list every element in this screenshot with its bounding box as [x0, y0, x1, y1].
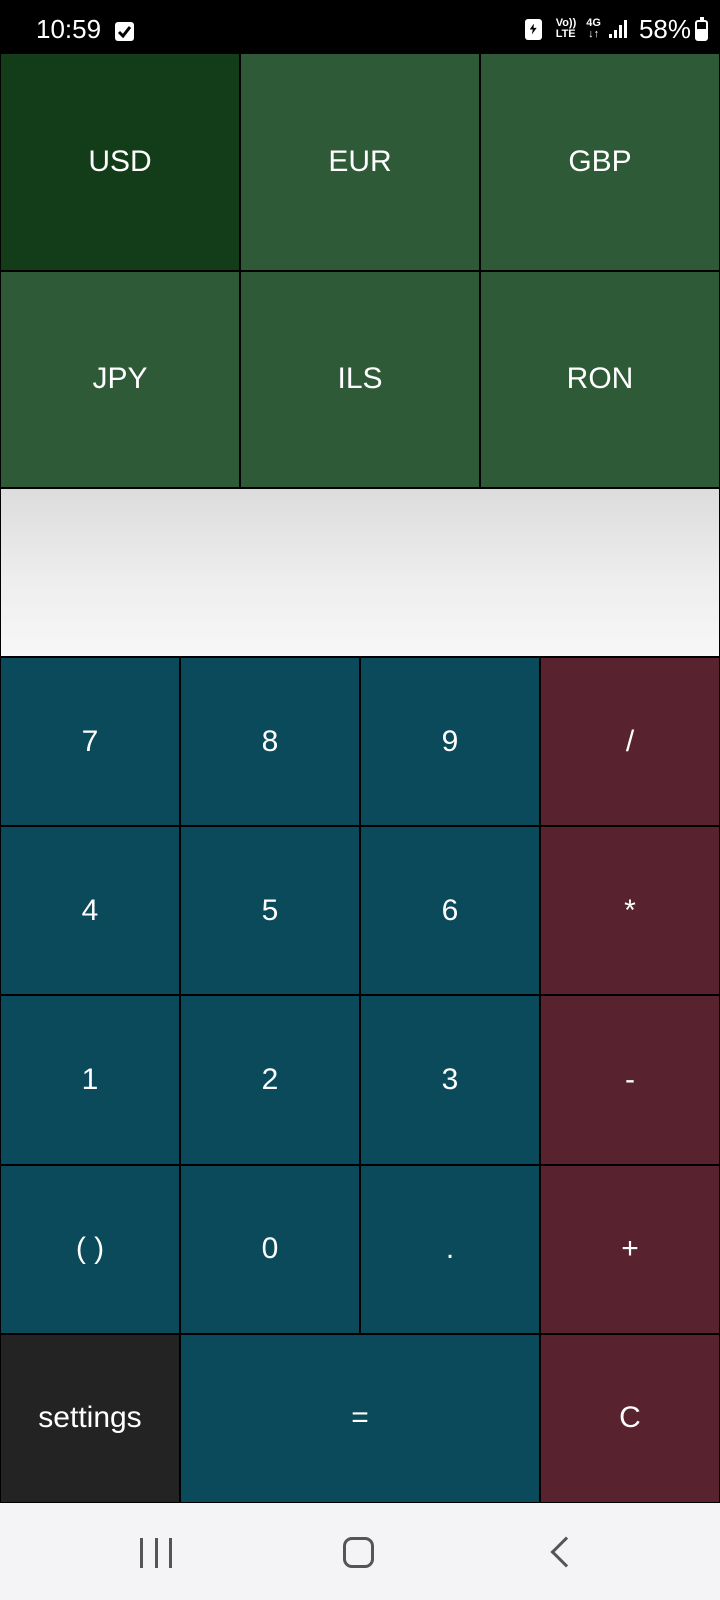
battery-saver-icon	[524, 18, 542, 40]
settings-button[interactable]: settings	[0, 1333, 180, 1503]
key-2[interactable]: 2	[180, 995, 360, 1165]
currency-grid: USD EUR GBP JPY ILS RON	[0, 53, 720, 488]
key-5[interactable]: 5	[180, 826, 360, 996]
currency-button-usd[interactable]: USD	[0, 53, 240, 271]
battery-percent: 58%	[638, 13, 691, 44]
key-1[interactable]: 1	[0, 995, 180, 1165]
battery-icon	[695, 16, 708, 41]
battery-fill	[697, 28, 706, 39]
recents-icon[interactable]	[140, 1538, 172, 1568]
key-3[interactable]: 3	[360, 995, 540, 1165]
clear-button[interactable]: C	[540, 1333, 720, 1503]
key-8[interactable]: 8	[180, 657, 360, 827]
signal-icon	[608, 20, 629, 38]
currency-button-ils[interactable]: ILS	[240, 270, 480, 488]
currency-button-ron[interactable]: RON	[480, 270, 720, 488]
volte-bottom-label: LTE	[555, 28, 576, 40]
key-7[interactable]: 7	[0, 657, 180, 827]
home-icon[interactable]	[343, 1537, 374, 1568]
key-4[interactable]: 4	[0, 826, 180, 996]
multiply-button[interactable]: *	[540, 826, 720, 996]
status-time: 10:59	[36, 14, 102, 44]
status-icons: Vo)) LTE 4G ↓↑ 58%	[524, 13, 708, 44]
equals-button[interactable]: =	[180, 1333, 540, 1503]
currency-button-eur[interactable]: EUR	[240, 53, 480, 271]
key-0[interactable]: 0	[180, 1164, 360, 1334]
volte-icon: Vo)) LTE	[556, 18, 577, 40]
decimal-button[interactable]: .	[360, 1164, 540, 1334]
plus-button[interactable]: +	[540, 1164, 720, 1334]
currency-button-gbp[interactable]: GBP	[480, 53, 720, 271]
keypad: 7 8 9 / 4 5 6 * 1 2 3 - ( ) 0 . + settin…	[0, 657, 720, 1503]
network-activity-label: ↓↑	[588, 28, 600, 40]
key-6[interactable]: 6	[360, 826, 540, 996]
parentheses-button[interactable]: ( )	[0, 1164, 180, 1334]
key-9[interactable]: 9	[360, 657, 540, 827]
status-bar: 10:59 Vo)) LTE 4G ↓↑ 58%	[0, 0, 720, 53]
back-icon[interactable]	[550, 1536, 582, 1568]
checkbox-notification-icon	[115, 22, 134, 41]
minus-button[interactable]: -	[540, 995, 720, 1165]
divide-button[interactable]: /	[540, 657, 720, 827]
4g-icon: 4G ↓↑	[586, 18, 601, 40]
currency-button-jpy[interactable]: JPY	[0, 270, 240, 488]
system-nav-bar	[0, 1503, 720, 1600]
calculator-display	[0, 488, 720, 657]
